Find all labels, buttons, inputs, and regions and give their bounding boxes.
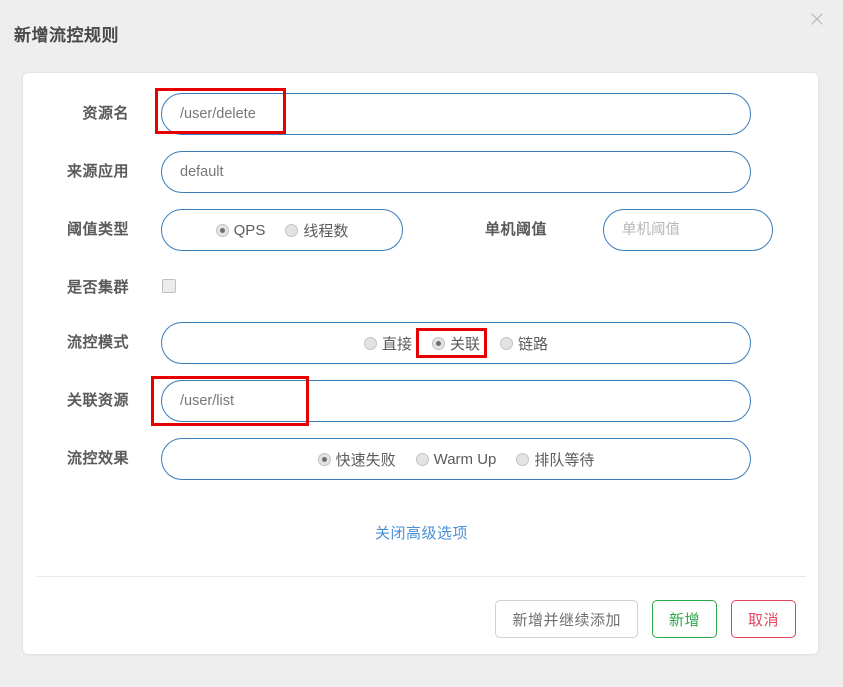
radio-selected-icon bbox=[432, 337, 445, 350]
flow-mode-option-chain-label: 链路 bbox=[518, 333, 548, 354]
toggle-advanced-options-link[interactable]: 关闭高级选项 bbox=[23, 522, 820, 543]
flow-effect-label: 流控效果 bbox=[23, 438, 129, 480]
flow-mode-option-direct-label: 直接 bbox=[382, 333, 412, 354]
single-threshold-input[interactable] bbox=[603, 209, 773, 251]
is-cluster-checkbox[interactable] bbox=[162, 279, 176, 293]
close-icon[interactable]: × bbox=[803, 6, 831, 34]
form-row-ref-resource: 关联资源 bbox=[23, 380, 820, 422]
is-cluster-label: 是否集群 bbox=[23, 267, 129, 309]
form-row-threshold-type: 阈值类型 QPS 线程数 单机阈值 bbox=[23, 209, 820, 251]
flow-mode-option-associated-label: 关联 bbox=[450, 333, 480, 354]
flow-mode-label: 流控模式 bbox=[23, 322, 129, 364]
form-row-origin-app: 来源应用 bbox=[23, 151, 820, 193]
radio-unselected-icon bbox=[516, 453, 529, 466]
radio-selected-icon bbox=[216, 224, 229, 237]
radio-selected-icon bbox=[318, 453, 331, 466]
form-row-flow-effect: 流控效果 快速失败 Warm Up 排队等待 bbox=[23, 438, 820, 480]
flow-effect-option-fast-fail-label: 快速失败 bbox=[336, 449, 396, 470]
flow-effect-radio-group: 快速失败 Warm Up 排队等待 bbox=[161, 438, 751, 480]
add-button[interactable]: 新增 bbox=[652, 600, 717, 638]
radio-unselected-icon bbox=[416, 453, 429, 466]
resource-label: 资源名 bbox=[23, 93, 129, 135]
radio-unselected-icon bbox=[364, 337, 377, 350]
flow-effect-option-warm-up[interactable]: Warm Up bbox=[413, 449, 500, 470]
flow-effect-option-fast-fail[interactable]: 快速失败 bbox=[315, 447, 399, 472]
threshold-type-option-thread[interactable]: 线程数 bbox=[282, 218, 351, 243]
resource-input[interactable] bbox=[161, 93, 751, 135]
threshold-type-option-thread-label: 线程数 bbox=[303, 220, 348, 241]
dialog-footer: 新增并继续添加 新增 取消 bbox=[495, 600, 796, 638]
threshold-type-label: 阈值类型 bbox=[23, 209, 129, 251]
origin-app-input[interactable] bbox=[161, 151, 751, 193]
page-title: 新增流控规则 bbox=[14, 21, 119, 46]
ref-resource-input[interactable] bbox=[161, 380, 751, 422]
single-threshold-label: 单机阈值 bbox=[437, 209, 547, 251]
radio-unselected-icon bbox=[500, 337, 513, 350]
form-row-is-cluster: 是否集群 bbox=[23, 267, 820, 309]
dialog-header: 新增流控规则 × bbox=[0, 0, 843, 72]
threshold-type-radio-group: QPS 线程数 bbox=[161, 209, 403, 251]
footer-divider bbox=[37, 576, 806, 577]
flow-effect-option-queue-label: 排队等待 bbox=[534, 449, 594, 470]
flow-effect-option-warm-up-label: Warm Up bbox=[434, 451, 497, 468]
ref-resource-label: 关联资源 bbox=[23, 380, 129, 422]
cancel-button[interactable]: 取消 bbox=[731, 600, 796, 638]
form-row-flow-mode: 流控模式 直接 关联 链路 bbox=[23, 322, 820, 364]
flow-mode-option-chain[interactable]: 链路 bbox=[497, 331, 551, 356]
form-row-resource: 资源名 bbox=[23, 93, 820, 135]
add-and-continue-button[interactable]: 新增并继续添加 bbox=[495, 600, 638, 638]
origin-app-label: 来源应用 bbox=[23, 151, 129, 193]
flow-mode-option-associated[interactable]: 关联 bbox=[429, 331, 483, 356]
threshold-type-option-qps-label: QPS bbox=[234, 222, 266, 239]
threshold-type-option-qps[interactable]: QPS bbox=[213, 220, 269, 241]
add-flow-rule-dialog: 新增流控规则 × 资源名 来源应用 阈值类型 QPS 线程数 bbox=[0, 0, 843, 687]
dialog-body: 资源名 来源应用 阈值类型 QPS 线程数 单机阈值 bbox=[22, 72, 819, 655]
flow-mode-option-direct[interactable]: 直接 bbox=[361, 331, 415, 356]
radio-unselected-icon bbox=[285, 224, 298, 237]
flow-effect-option-queue[interactable]: 排队等待 bbox=[513, 447, 597, 472]
flow-mode-radio-group: 直接 关联 链路 bbox=[161, 322, 751, 364]
